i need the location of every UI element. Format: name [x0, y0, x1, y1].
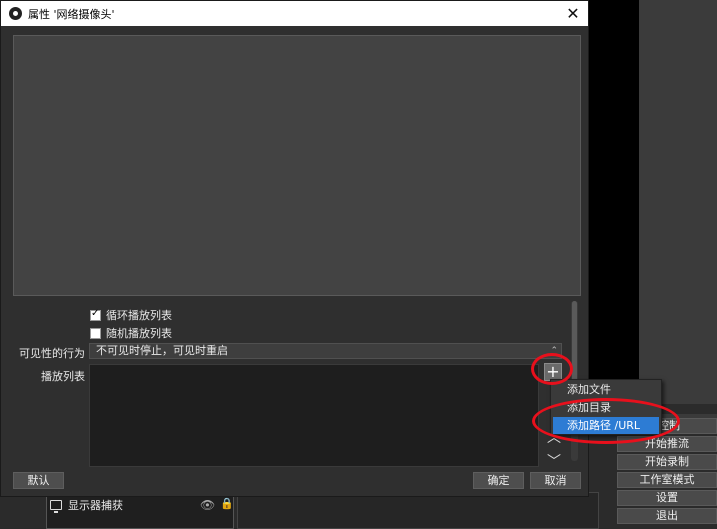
- playlist-list[interactable]: [89, 364, 539, 467]
- properties-area: 循环播放列表 随机播放列表 可见性的行为 不可见时停止，可见时重启 ⌃ 播放列表…: [13, 299, 569, 470]
- move-down-icon[interactable]: ﹀: [547, 451, 561, 471]
- dialog-title: 属性 '网络摄像头': [28, 7, 115, 21]
- close-icon[interactable]: ✕: [558, 4, 588, 23]
- eye-icon[interactable]: 👁: [200, 498, 215, 512]
- properties-dialog: 属性 '网络摄像头' ✕ 循环播放列表 随机播放列表 可见性的行为 不可见时停止…: [0, 0, 589, 497]
- exit-button[interactable]: 退出: [617, 508, 717, 524]
- shuffle-playlist-checkbox-row[interactable]: 随机播放列表: [90, 325, 172, 341]
- shuffle-playlist-checkbox[interactable]: [90, 327, 101, 339]
- source-item-label: 显示器捕获: [68, 499, 123, 512]
- dialog-titlebar: 属性 '网络摄像头' ✕: [1, 1, 588, 26]
- settings-button[interactable]: 设置: [617, 490, 717, 506]
- shuffle-playlist-label: 随机播放列表: [106, 327, 172, 340]
- loop-playlist-checkbox[interactable]: [90, 308, 101, 321]
- visibility-behavior-value: 不可见时停止，可见时重启: [96, 344, 228, 357]
- playlist-label: 播放列表: [41, 370, 85, 383]
- source-preview: [13, 35, 581, 296]
- visibility-behavior-label: 可见性的行为: [19, 347, 85, 360]
- annotation-circle-menu-item: [532, 398, 680, 444]
- menu-item-add-file[interactable]: 添加文件: [553, 381, 659, 398]
- loop-playlist-label: 循环播放列表: [106, 309, 172, 322]
- visibility-behavior-select[interactable]: 不可见时停止，可见时重启 ⌃: [89, 343, 562, 359]
- mixer-dock: [237, 492, 599, 529]
- start-recording-button[interactable]: 开始录制: [617, 454, 717, 470]
- defaults-button[interactable]: 默认: [13, 472, 64, 489]
- cancel-button[interactable]: 取消: [530, 472, 581, 489]
- loop-playlist-checkbox-row[interactable]: 循环播放列表: [90, 307, 172, 323]
- ok-button[interactable]: 确定: [473, 472, 524, 489]
- lock-icon[interactable]: 🔒: [220, 497, 234, 510]
- obs-logo-icon: [9, 7, 22, 20]
- annotation-circle-add-button: [531, 353, 573, 385]
- studio-mode-button[interactable]: 工作室模式: [617, 472, 717, 488]
- monitor-icon: [50, 500, 62, 513]
- source-item-display-capture[interactable]: 显示器捕获: [50, 497, 123, 513]
